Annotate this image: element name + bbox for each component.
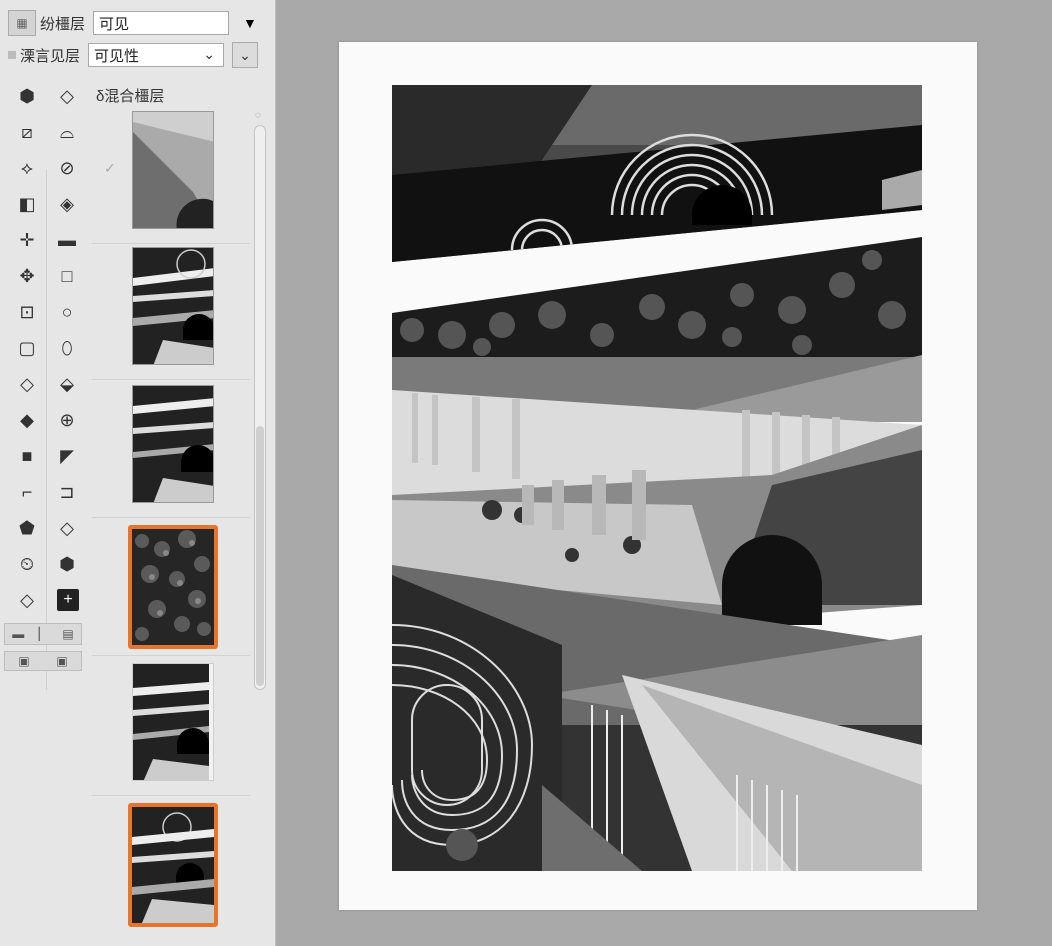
bar-icon[interactable]: ▏: [39, 627, 48, 641]
square-icon[interactable]: □: [50, 259, 84, 293]
note-icon[interactable]: ▢: [10, 331, 44, 365]
frame-icon[interactable]: ⊡: [10, 295, 44, 329]
panel-icon[interactable]: ▣: [18, 654, 29, 668]
gradient-icon[interactable]: ▬: [50, 223, 84, 257]
opacity-row: 溧言见层 可见性 ⌄ ⌄: [0, 40, 275, 70]
diamond-plus-icon[interactable]: ◇: [10, 583, 44, 617]
step-icon[interactable]: ⌐: [10, 475, 44, 509]
collage-artwork: [392, 85, 922, 871]
visibility-value: 可见: [99, 15, 130, 33]
toolbox-divider: [46, 170, 47, 690]
puzzle-icon[interactable]: ✥: [10, 259, 44, 293]
layer-item-selected[interactable]: [92, 517, 250, 656]
speech-icon[interactable]: ◤: [50, 439, 84, 473]
hexagon-icon[interactable]: ⬢: [50, 547, 84, 581]
visibility-dropdown[interactable]: 可见: [93, 11, 230, 35]
crosshair-icon[interactable]: ✛: [10, 223, 44, 257]
shield-icon[interactable]: ⬟: [10, 511, 44, 545]
layer-thumbnail: [128, 803, 218, 927]
visibility-select[interactable]: 可见性 ⌄: [88, 43, 225, 67]
layer-item[interactable]: [92, 379, 250, 518]
layers-list: ✓: [92, 105, 250, 945]
chevron-down-icon: ⌄: [203, 46, 216, 62]
expand-button[interactable]: ⌄: [232, 42, 259, 68]
lasso-icon[interactable]: ⊘: [50, 151, 84, 185]
tool-foot-row-1: ▬ ▏ ▤: [4, 623, 82, 645]
layer-item-selected[interactable]: [92, 795, 250, 933]
layer-item[interactable]: [92, 657, 250, 796]
fill-icon[interactable]: ⬢: [10, 79, 44, 113]
layers-icon[interactable]: ▤: [62, 627, 73, 641]
layers-scrollbar[interactable]: [254, 125, 266, 690]
layer-item[interactable]: [92, 241, 250, 380]
folder-icon[interactable]: ▬: [12, 627, 24, 641]
panel-alt-icon[interactable]: ▣: [56, 654, 67, 668]
artboard[interactable]: [339, 42, 977, 910]
blend-row: ▦ 纷橿层 可见 ▼: [0, 8, 275, 38]
layer-thumbnail: [132, 663, 214, 781]
opacity-label: 溧言见层: [20, 47, 81, 65]
diamond-fill-icon[interactable]: ◆: [10, 403, 44, 437]
layer-thumbnail: [132, 247, 214, 365]
check-icon[interactable]: ✓: [104, 160, 116, 177]
diamond-icon[interactable]: ◇: [50, 79, 84, 113]
paint-drop-icon[interactable]: ⬯: [50, 331, 84, 365]
diamond-small-icon[interactable]: ◇: [50, 511, 84, 545]
eraser-icon[interactable]: ◈: [50, 187, 84, 221]
layers-title: δ混合橿层: [96, 88, 165, 105]
bucket-icon[interactable]: ⬙: [50, 367, 84, 401]
checkbox-icon[interactable]: [8, 51, 16, 59]
scroll-up-icon[interactable]: ◌: [255, 110, 261, 121]
layer-thumbnail: [132, 111, 214, 229]
circle-icon[interactable]: ○: [50, 295, 84, 329]
layer-item[interactable]: ✓: [92, 105, 250, 244]
pen-icon[interactable]: ⟡: [10, 151, 44, 185]
toolbox: ⬢ ◇ ⧄ ⌓ ⟡ ⊘ ◧ ◈ ✛ ▬ ✥ □ ⊡ ○ ▢ ⬯ ◇ ⬙ ◆ ⊕ …: [0, 75, 90, 690]
plus-icon[interactable]: +: [57, 589, 79, 611]
slash-icon[interactable]: ⧄: [10, 115, 44, 149]
layer-thumbnail: [132, 385, 214, 503]
step-alt-icon[interactable]: ⊐: [50, 475, 84, 509]
blend-label: 纷橿层: [40, 15, 86, 33]
timer-icon[interactable]: ⏲: [10, 547, 44, 581]
visibility-select-value: 可见性: [94, 47, 140, 65]
diamond-outline-icon[interactable]: ◇: [10, 367, 44, 401]
anchor-icon[interactable]: ⊕: [50, 403, 84, 437]
chevron-down-icon[interactable]: ▼: [243, 15, 257, 31]
tool-foot-row-2: ▣ ▣: [4, 651, 82, 671]
shape-corner-icon[interactable]: ◧: [10, 187, 44, 221]
flag-icon[interactable]: ■: [10, 439, 44, 473]
left-panel: ▦ 纷橿层 可见 ▼ 溧言见层 可见性 ⌄ ⌄ ⬢ ◇ ⧄ ⌓ ⟡ ⊘ ◧ ◈ …: [0, 0, 276, 946]
stamp-icon[interactable]: ⌓: [50, 115, 84, 149]
layer-mode-icon[interactable]: ▦: [8, 10, 36, 36]
scroll-thumb[interactable]: [256, 426, 264, 686]
layer-thumbnail: [128, 525, 218, 649]
